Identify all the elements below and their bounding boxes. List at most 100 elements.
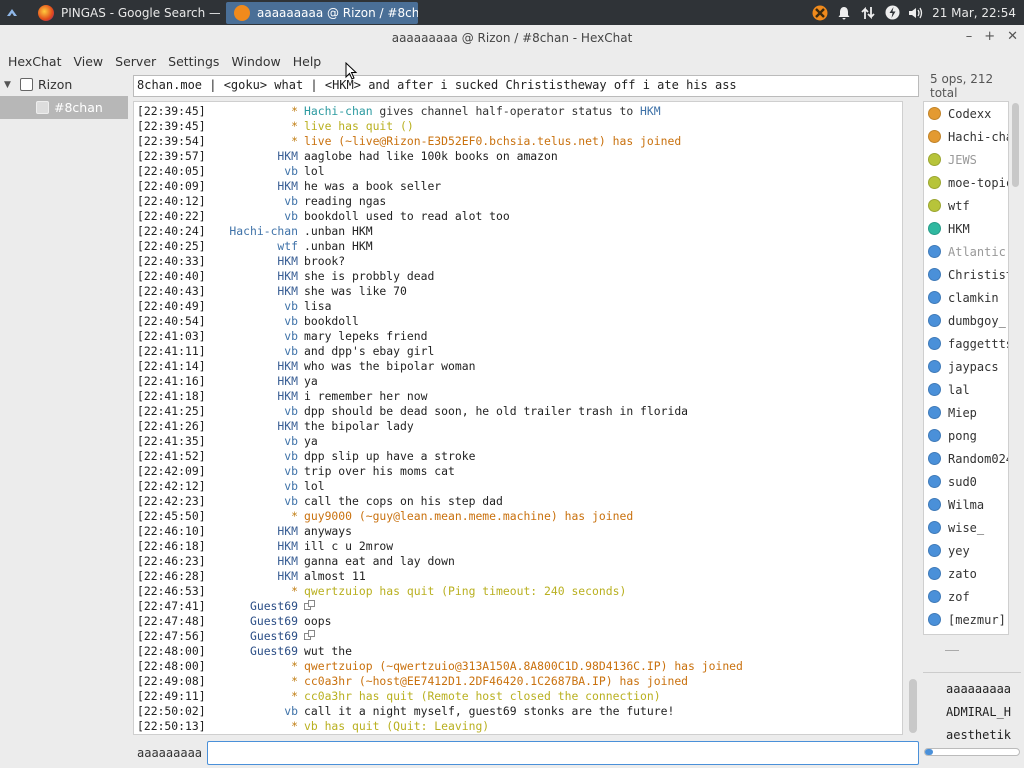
chat-nick[interactable]: vb bbox=[206, 449, 304, 464]
expand-arrow-icon[interactable]: ▼ bbox=[4, 80, 14, 90]
chat-log[interactable]: [22:39:45] * Hachi-chan gives channel half… bbox=[133, 101, 903, 735]
nick-highlight[interactable]: Hachi-chan bbox=[304, 104, 373, 118]
user-item[interactable]: sud0 bbox=[924, 470, 1008, 493]
chat-scrollbar[interactable] bbox=[907, 101, 919, 735]
user-count: 5 ops, 212 total bbox=[930, 72, 994, 100]
nick-highlight[interactable]: HKM bbox=[640, 104, 661, 118]
chat-nick[interactable]: Guest69 bbox=[206, 614, 304, 629]
user-status-icon bbox=[928, 176, 941, 189]
user-item[interactable]: Random024 bbox=[924, 447, 1008, 470]
chat-nick[interactable]: vb bbox=[206, 299, 304, 314]
user-item[interactable]: jaypacs bbox=[924, 355, 1008, 378]
chat-nick[interactable]: HKM bbox=[206, 419, 304, 434]
user-item[interactable]: pong bbox=[924, 424, 1008, 447]
chat-nick[interactable]: vb bbox=[206, 194, 304, 209]
maximize-icon[interactable]: + bbox=[984, 29, 995, 44]
user-item[interactable]: JEWS bbox=[924, 148, 1008, 171]
user-item[interactable]: yey bbox=[924, 539, 1008, 562]
chat-nick[interactable]: vb bbox=[206, 479, 304, 494]
user-item[interactable]: lal bbox=[924, 378, 1008, 401]
user-item[interactable]: dumbgoy_ bbox=[924, 309, 1008, 332]
chat-nick[interactable]: HKM bbox=[206, 359, 304, 374]
chat-nick: * bbox=[291, 719, 298, 733]
chat-line: [22:46:53] * qwertzuiop has quit (Ping tim… bbox=[134, 584, 902, 599]
user-item[interactable]: Miep bbox=[924, 401, 1008, 424]
chat-nick[interactable]: Hachi-chan bbox=[206, 224, 304, 239]
clock[interactable]: 21 Mar, 22:54 bbox=[932, 6, 1016, 20]
minimize-icon[interactable]: – bbox=[966, 29, 973, 44]
taskbar-task[interactable]: aaaaaaaaa @ Rizon / #8cha... bbox=[226, 1, 418, 24]
list-item[interactable]: aesthetik bbox=[946, 728, 1011, 742]
userlist-scroll-thumb[interactable] bbox=[1012, 103, 1019, 187]
chat-nick[interactable]: Guest69 bbox=[206, 599, 304, 614]
chat-nick[interactable]: vb bbox=[206, 704, 304, 719]
chat-nick[interactable]: HKM bbox=[206, 284, 304, 299]
menu-hexchat[interactable]: HexChat bbox=[2, 54, 67, 69]
chat-nick[interactable]: HKM bbox=[206, 179, 304, 194]
power-icon[interactable] bbox=[884, 5, 900, 21]
chat-nick[interactable]: HKM bbox=[206, 569, 304, 584]
chat-text: mary lepeks friend bbox=[304, 329, 428, 343]
chat-nick[interactable]: HKM bbox=[206, 554, 304, 569]
chat-nick[interactable]: vb bbox=[206, 209, 304, 224]
user-item[interactable]: [mezmur] bbox=[924, 608, 1008, 631]
chat-nick[interactable]: vb bbox=[206, 494, 304, 509]
chat-nick[interactable]: Guest69 bbox=[206, 629, 304, 644]
menu-window[interactable]: Window bbox=[225, 54, 286, 69]
userlist-scrollbar[interactable] bbox=[1010, 101, 1021, 635]
chat-nick[interactable]: wtf bbox=[206, 239, 304, 254]
window-titlebar: aaaaaaaaa @ Rizon / #8chan - HexChat – +… bbox=[0, 25, 1024, 50]
chat-nick[interactable]: HKM bbox=[206, 539, 304, 554]
chat-nick[interactable]: vb bbox=[206, 464, 304, 479]
chat-nick[interactable]: vb bbox=[206, 344, 304, 359]
list-item[interactable]: ADMIRAL_H bbox=[946, 705, 1011, 719]
volume-icon[interactable] bbox=[908, 5, 924, 21]
taskbar-task[interactable]: PINGAS - Google Search — ... bbox=[30, 2, 220, 24]
close-icon[interactable]: ✕ bbox=[1007, 29, 1018, 44]
chat-nick[interactable]: vb bbox=[206, 314, 304, 329]
hexchat-tray-icon[interactable] bbox=[812, 5, 828, 21]
tree-server-rizon[interactable]: ▼ Rizon bbox=[0, 73, 128, 96]
chat-nick[interactable]: Guest69 bbox=[206, 644, 304, 659]
user-item[interactable]: Hachi-cha bbox=[924, 125, 1008, 148]
message-input[interactable] bbox=[207, 741, 919, 765]
chat-nick[interactable]: HKM bbox=[206, 389, 304, 404]
menu-view[interactable]: View bbox=[67, 54, 109, 69]
chat-nick[interactable]: vb bbox=[206, 404, 304, 419]
user-item[interactable]: Atlantic bbox=[924, 240, 1008, 263]
menu-help[interactable]: Help bbox=[287, 54, 328, 69]
user-status-icon bbox=[928, 337, 941, 350]
user-item[interactable]: zof bbox=[924, 585, 1008, 608]
user-item[interactable]: clamkin bbox=[924, 286, 1008, 309]
chat-nick[interactable]: vb bbox=[206, 434, 304, 449]
chat-text: brook? bbox=[304, 254, 346, 268]
chat-nick[interactable]: HKM bbox=[206, 254, 304, 269]
chat-nick[interactable]: HKM bbox=[206, 374, 304, 389]
user-item[interactable]: Wilma bbox=[924, 493, 1008, 516]
chat-nick[interactable]: HKM bbox=[206, 269, 304, 284]
user-item[interactable]: HKM bbox=[924, 217, 1008, 240]
chat-nick[interactable]: HKM bbox=[206, 524, 304, 539]
user-item[interactable]: Christist bbox=[924, 263, 1008, 286]
chat-nick[interactable]: vb bbox=[206, 329, 304, 344]
user-item[interactable]: moe-topic bbox=[924, 171, 1008, 194]
user-item[interactable]: wtf bbox=[924, 194, 1008, 217]
start-menu-button[interactable] bbox=[0, 0, 24, 25]
nick-button[interactable]: aaaaaaaaa bbox=[133, 742, 205, 764]
list-item[interactable]: aaaaaaaaa bbox=[946, 682, 1011, 696]
user-item[interactable]: wise_ bbox=[924, 516, 1008, 539]
tree-channel-8chan[interactable]: #8chan bbox=[0, 96, 128, 119]
menu-server[interactable]: Server bbox=[109, 54, 162, 69]
user-item[interactable]: zato bbox=[924, 562, 1008, 585]
notification-bell-icon[interactable] bbox=[836, 5, 852, 21]
menu-settings[interactable]: Settings bbox=[162, 54, 225, 69]
topic-bar[interactable]: 8chan.moe | <goku> what | <HKM> and afte… bbox=[133, 75, 919, 97]
chat-scroll-thumb[interactable] bbox=[909, 679, 917, 733]
user-list[interactable]: Codexx Hachi-cha JEWS moe-topic wtf HKM Atlant… bbox=[923, 101, 1009, 635]
user-item[interactable]: faggettts bbox=[924, 332, 1008, 355]
user-item[interactable]: Codexx bbox=[924, 102, 1008, 125]
chat-nick[interactable]: vb bbox=[206, 164, 304, 179]
chat-nick[interactable]: HKM bbox=[206, 149, 304, 164]
network-icon[interactable] bbox=[860, 5, 876, 21]
chat-text: anyways bbox=[304, 524, 353, 538]
